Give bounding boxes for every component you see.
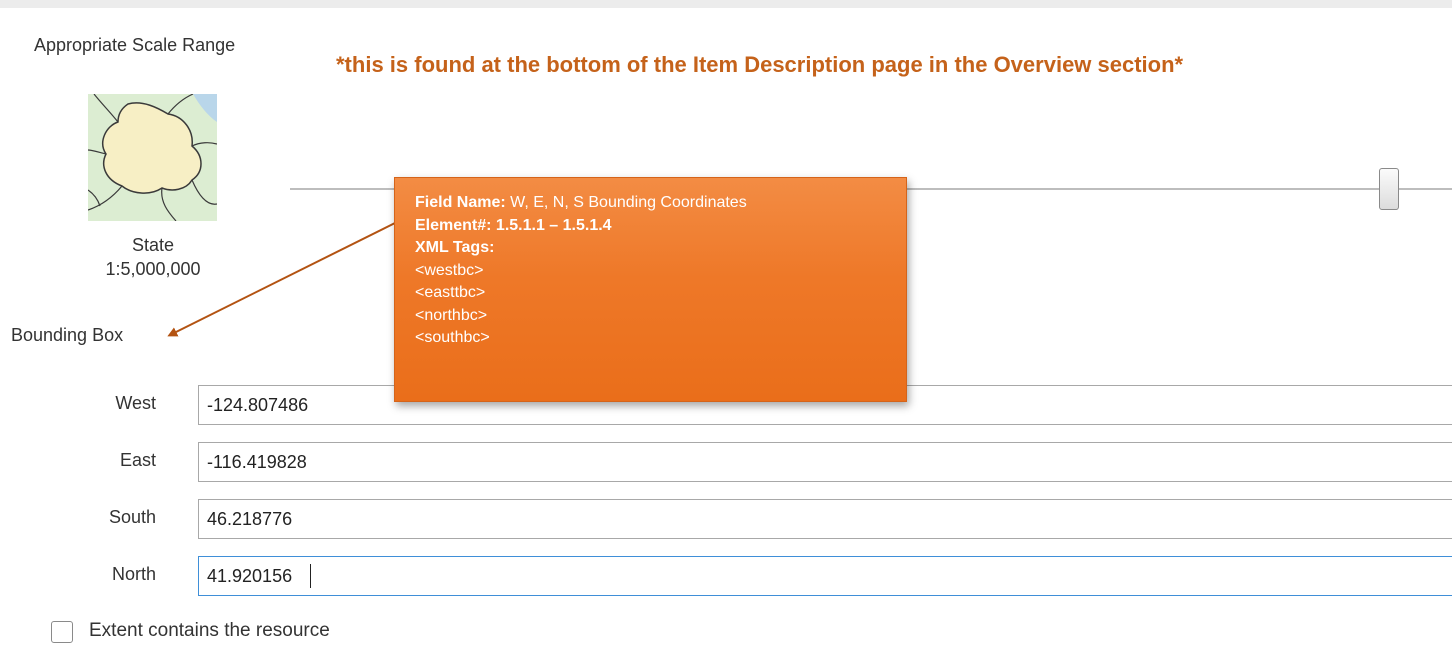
north-row: North (0, 556, 1452, 596)
bounding-box-title: Bounding Box (11, 325, 124, 345)
extent-checkbox-label[interactable]: Extent contains the resource (89, 620, 330, 642)
north-input[interactable] (198, 556, 1452, 596)
state-map-icon[interactable] (88, 94, 217, 221)
callout-tag-westbc: <westbc> (415, 261, 484, 279)
scale-range-title: Appropriate Scale Range (34, 35, 236, 55)
south-label: South (108, 507, 156, 527)
north-label: North (111, 564, 156, 584)
scale-name-label: State (131, 235, 175, 255)
west-label: West (115, 393, 156, 413)
south-row: South (0, 499, 1452, 539)
east-row: East (0, 442, 1452, 482)
east-input[interactable] (198, 442, 1452, 482)
text-caret (310, 564, 311, 588)
scale-slider-handle[interactable] (1379, 168, 1399, 210)
callout-field-name: Field Name: W, E, N, S Bounding Coordina… (415, 194, 747, 211)
callout-tag-easttbc: <easttbc> (415, 284, 486, 301)
callout-xml-tags-label: XML Tags: (415, 239, 495, 256)
callout-tag-southbc: <southbc> (415, 329, 490, 346)
callout-element-number: Element#: 1.5.1.1 – 1.5.1.4 (415, 216, 612, 234)
scale-value-label: 1:5,000,000 (105, 259, 201, 279)
field-info-callout: Field Name: W, E, N, S Bounding Coordina… (394, 177, 907, 402)
east-label: East (119, 450, 156, 470)
south-input[interactable] (198, 499, 1452, 539)
extent-checkbox[interactable] (51, 621, 73, 643)
annotation-note: *this is found at the bottom of the Item… (336, 52, 1184, 77)
top-toolbar-strip (0, 0, 1452, 8)
callout-tag-northbc: <northbc> (415, 306, 488, 324)
